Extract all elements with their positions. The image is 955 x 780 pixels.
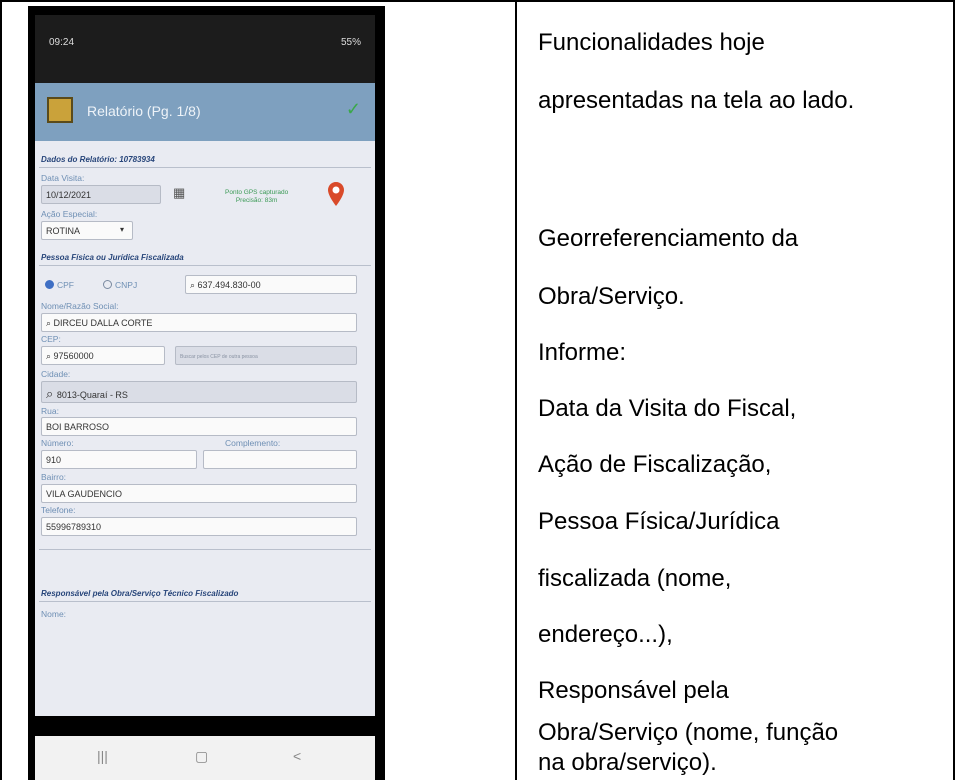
calendar-icon[interactable]: ▦	[173, 185, 185, 201]
district-label: Bairro:	[41, 472, 67, 482]
name-field[interactable]: ⌕ DIRCEU DALLA CORTE	[41, 313, 357, 332]
description-line: endereço...),	[538, 621, 673, 648]
name-value: DIRCEU DALLA CORTE	[53, 318, 153, 328]
cep-search-button[interactable]: Buscar pelos CEP de outra pessoa	[175, 346, 357, 365]
description-line: Responsável pela	[538, 677, 729, 704]
responsible-section-title: Responsável pela Obra/Serviço Técnico Fi…	[41, 589, 239, 598]
table-column-divider	[515, 0, 517, 780]
description-line: Pessoa Física/Jurídica	[538, 508, 780, 535]
city-label: Cidade:	[41, 369, 71, 379]
description-line: Ação de Fiscalização,	[538, 451, 772, 478]
person-section-title: Pessoa Física ou Jurídica Fiscalizada	[41, 253, 184, 262]
city-field[interactable]: ⌕ 8013-Quaraí - RS	[41, 381, 357, 403]
section-divider	[39, 167, 371, 168]
description-line: fiscalizada (nome,	[538, 565, 732, 592]
document-value: 637.494.830-00	[197, 280, 261, 290]
description-line: Georreferenciamento da	[538, 225, 799, 252]
location-pin-icon[interactable]	[327, 181, 345, 207]
report-form: Dados do Relatório: 10783934 Data Visita…	[35, 141, 375, 716]
name-label: Nome/Razão Social:	[41, 301, 119, 311]
section-divider	[39, 265, 371, 266]
android-nav-bar: ||| ▢ <	[35, 736, 375, 780]
status-bar: 09:24 55%	[35, 15, 375, 83]
back-icon[interactable]: <	[293, 748, 301, 764]
description-line: Obra/Serviço.	[538, 283, 685, 310]
description-line: apresentadas na tela ao lado.	[538, 87, 855, 114]
action-select-value: ROTINA	[46, 226, 81, 236]
radio-cnpj[interactable]: CNPJ	[103, 280, 137, 290]
description-line: na obra/serviço).	[538, 749, 717, 776]
search-icon: ⌕	[46, 386, 57, 401]
action-label: Ação Especial:	[41, 209, 98, 219]
app-bar: Relatório (Pg. 1/8) ✓	[35, 83, 375, 141]
description-line: Funcionalidades hoje	[538, 29, 765, 56]
table-border-left	[0, 0, 2, 780]
gps-status: Ponto GPS capturado Precisão: 83m	[225, 189, 288, 205]
document-table: 09:24 55% Relatório (Pg. 1/8) ✓ Dados do…	[0, 0, 955, 780]
search-icon: ⌕	[46, 351, 54, 361]
description-line: Informe:	[538, 339, 627, 366]
visit-date-field[interactable]: 10/12/2021	[41, 185, 161, 204]
phone-screenshot: 09:24 55% Relatório (Pg. 1/8) ✓ Dados do…	[28, 6, 385, 780]
radio-cpf[interactable]: CPF	[45, 280, 74, 290]
action-select[interactable]: ROTINA ▾	[41, 221, 133, 240]
responsible-name-label: Nome:	[41, 609, 67, 619]
cep-value: 97560000	[53, 351, 94, 361]
confirm-check-icon[interactable]: ✓	[346, 99, 361, 120]
phone-screen: 09:24 55% Relatório (Pg. 1/8) ✓ Dados do…	[35, 15, 375, 780]
description-line: Data da Visita do Fiscal,	[538, 395, 797, 422]
report-section-title: Dados do Relatório: 10783934	[41, 155, 155, 164]
status-battery: 55%	[340, 37, 361, 48]
search-icon: ⌕	[46, 318, 54, 328]
gps-status-line2: Precisão: 83m	[235, 197, 278, 204]
gps-status-line1: Ponto GPS capturado	[225, 189, 289, 196]
visit-date-label: Data Visita:	[41, 173, 85, 183]
complement-field[interactable]	[203, 450, 357, 469]
street-field[interactable]: BOI BARROSO	[41, 417, 357, 436]
app-logo-icon	[47, 97, 73, 123]
complement-label: Complemento:	[225, 438, 281, 448]
radio-cnpj-label: CNPJ	[115, 280, 138, 290]
search-icon: ⌕	[190, 280, 198, 290]
number-label: Número:	[41, 438, 74, 448]
radio-cpf-indicator	[45, 280, 54, 289]
radio-cpf-label: CPF	[57, 280, 74, 290]
district-field[interactable]: VILA GAUDENCIO	[41, 484, 357, 503]
city-value: 8013-Quaraí - RS	[56, 390, 128, 400]
status-time: 09:24	[49, 37, 75, 48]
phone-label: Telefone:	[41, 505, 76, 515]
cep-label: CEP:	[41, 334, 61, 344]
radio-cnpj-indicator	[103, 280, 112, 289]
section-divider	[39, 549, 371, 550]
table-border-top	[0, 0, 955, 2]
recent-apps-icon[interactable]: |||	[97, 748, 108, 764]
phone-field[interactable]: 55996789310	[41, 517, 357, 536]
screen-black-band	[35, 716, 375, 736]
document-field[interactable]: ⌕ 637.494.830-00	[185, 275, 357, 294]
description-line: Obra/Serviço (nome, função	[538, 719, 839, 746]
app-title: Relatório (Pg. 1/8)	[87, 103, 201, 119]
street-label: Rua:	[41, 406, 59, 416]
number-field[interactable]: 910	[41, 450, 197, 469]
section-divider	[39, 601, 371, 602]
cep-field[interactable]: ⌕ 97560000	[41, 346, 165, 365]
home-icon[interactable]: ▢	[195, 748, 208, 765]
dropdown-caret-icon: ▾	[119, 225, 124, 234]
